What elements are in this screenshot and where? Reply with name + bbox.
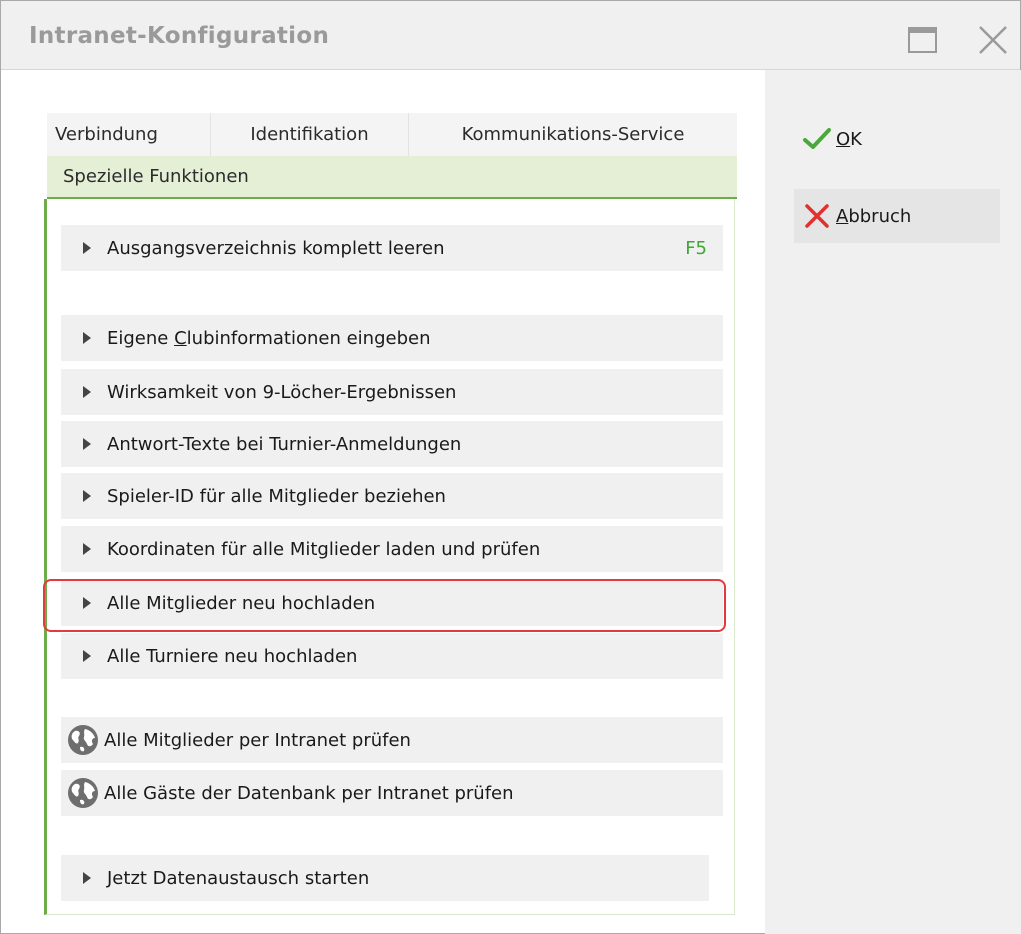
triangle-right-icon — [83, 386, 91, 398]
shortcut-label: F5 — [685, 237, 707, 259]
nine-holes-button[interactable]: Wirksamkeit von 9-Löcher-Ergebnissen — [61, 369, 723, 415]
player-id-button[interactable]: Spieler-ID für alle Mitglieder beziehen — [61, 473, 723, 519]
cancel-button[interactable]: Abbruch — [794, 189, 1000, 243]
item-label: Alle Gäste der Datenbank per Intranet pr… — [104, 782, 514, 804]
item-label: Spieler-ID für alle Mitglieder beziehen — [107, 485, 446, 507]
globe-icon — [68, 725, 98, 755]
item-label: Wirksamkeit von 9-Löcher-Ergebnissen — [107, 381, 457, 403]
tab-spezielle-funktionen[interactable]: Spezielle Funktionen — [47, 156, 737, 199]
item-label: Antwort-Texte bei Turnier-Anmeldungen — [107, 433, 462, 455]
check-members-button[interactable]: Alle Mitglieder per Intranet prüfen — [61, 717, 723, 763]
mnemonic-letter: C — [174, 327, 187, 349]
mnemonic-letter: A — [836, 205, 849, 227]
close-icon — [979, 26, 1007, 54]
clear-outbox-button[interactable]: Ausgangsverzeichnis komplett leeren F5 — [61, 225, 723, 271]
coordinates-button[interactable]: Koordinaten für alle Mitglieder laden un… — [61, 526, 723, 572]
maximize-button[interactable] — [906, 23, 940, 57]
window-title: Intranet-Konfiguration — [29, 23, 330, 49]
dialog-window: Intranet-Konfiguration Verbindung Identi… — [0, 0, 1021, 934]
tab-verbindung[interactable]: Verbindung — [47, 113, 211, 156]
club-info-button[interactable]: Eigene Clubinformationen eingeben — [61, 315, 723, 361]
ok-button[interactable]: OK — [794, 112, 1000, 166]
checkmark-icon — [803, 128, 831, 149]
cancel-label: Abbruch — [836, 206, 911, 227]
label-part: bbruch — [848, 205, 912, 227]
triangle-right-icon — [83, 650, 91, 662]
triangle-right-icon — [83, 438, 91, 450]
label-part: lubinformationen eingeben — [186, 327, 431, 349]
maximize-icon — [908, 27, 937, 53]
start-exchange-button[interactable]: Jetzt Datenaustausch starten — [61, 855, 709, 901]
triangle-right-icon — [83, 490, 91, 502]
x-icon — [805, 204, 829, 228]
triangle-right-icon — [83, 543, 91, 555]
item-label: Eigene Clubinformationen eingeben — [107, 328, 430, 349]
triangle-right-icon — [83, 872, 91, 884]
tab-kommunikations-service[interactable]: Kommunikations-Service — [409, 113, 737, 156]
close-button[interactable] — [976, 23, 1010, 57]
tab-bar: Verbindung Identifikation Kommunikations… — [47, 113, 737, 156]
answer-texts-button[interactable]: Antwort-Texte bei Turnier-Anmeldungen — [61, 421, 723, 467]
label-part: Eigene — [107, 327, 175, 349]
item-label: Jetzt Datenaustausch starten — [107, 867, 370, 889]
item-label: Koordinaten für alle Mitglieder laden un… — [107, 538, 541, 560]
item-label: Alle Mitglieder per Intranet prüfen — [104, 729, 411, 751]
item-label: Alle Mitglieder neu hochladen — [107, 592, 376, 614]
upload-members-button[interactable]: Alle Mitglieder neu hochladen — [61, 580, 723, 626]
ok-label: OK — [836, 129, 862, 150]
mnemonic-letter: O — [836, 128, 851, 150]
tab-identifikation[interactable]: Identifikation — [211, 113, 409, 156]
label-part: K — [850, 128, 862, 150]
triangle-right-icon — [83, 242, 91, 254]
upload-tournaments-button[interactable]: Alle Turniere neu hochladen — [61, 633, 723, 679]
item-label: Alle Turniere neu hochladen — [107, 645, 358, 667]
item-label: Ausgangsverzeichnis komplett leeren — [107, 237, 445, 259]
globe-icon — [68, 778, 98, 808]
check-guests-button[interactable]: Alle Gäste der Datenbank per Intranet pr… — [61, 770, 723, 816]
title-bar: Intranet-Konfiguration — [1, 1, 1020, 70]
triangle-right-icon — [83, 332, 91, 344]
triangle-right-icon — [83, 597, 91, 609]
